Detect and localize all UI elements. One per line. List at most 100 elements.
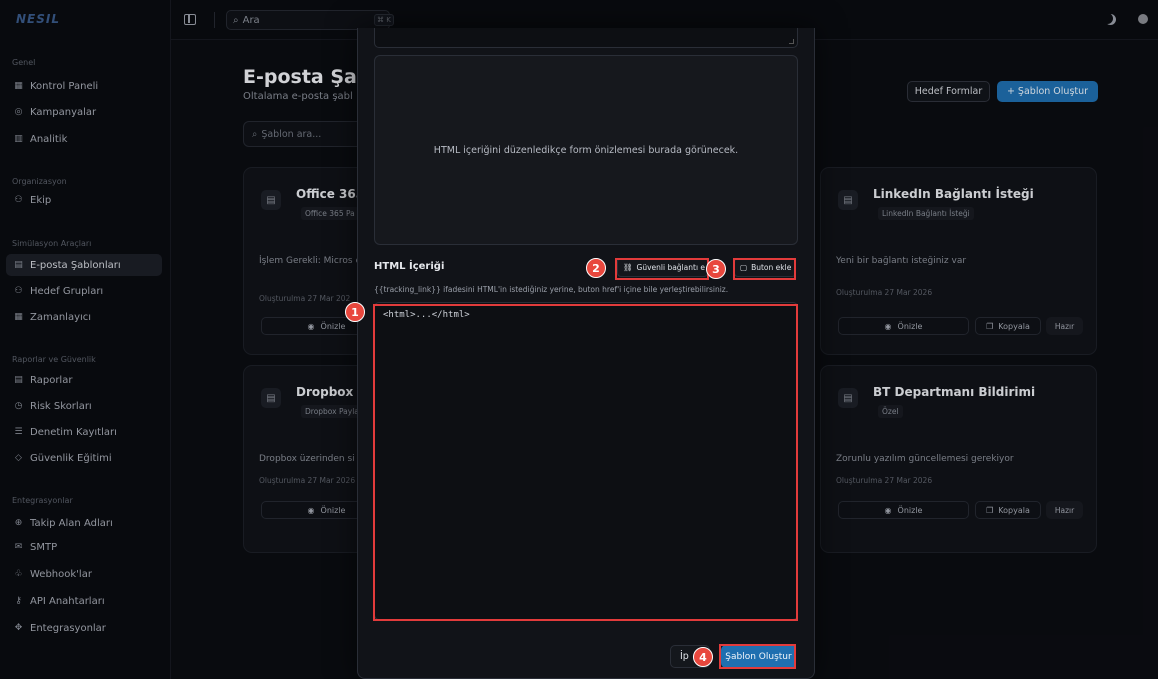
sidebar-item-scheduler[interactable]: ▦ Zamanlayıcı bbox=[6, 306, 162, 328]
card-date: Oluşturulma 27 Mar 202 bbox=[259, 294, 351, 303]
sidebar-item-label: Ekip bbox=[30, 194, 52, 206]
sidebar-item-label: Zamanlayıcı bbox=[30, 311, 92, 323]
eye-icon: ◉ bbox=[884, 505, 892, 515]
card-title: BT Departmanı Bildirimi bbox=[873, 385, 1036, 399]
puzzle-icon: ✥ bbox=[14, 623, 23, 633]
search-placeholder: Ara bbox=[242, 14, 260, 26]
annotation-marker-2: 2 bbox=[586, 258, 606, 278]
template-search-input[interactable]: ⌕ Şablon ara... bbox=[243, 121, 363, 147]
sidebar-item-audit-logs[interactable]: ☰ Denetim Kayıtları bbox=[6, 421, 162, 443]
global-search-input[interactable]: ⌕ Ara bbox=[226, 10, 390, 30]
card-date: Oluşturulma 27 Mar 2026 bbox=[836, 288, 933, 297]
target-icon: ◎ bbox=[14, 107, 23, 117]
create-template-button[interactable]: + Şablon Oluştur bbox=[997, 81, 1098, 102]
theme-toggle-icon[interactable] bbox=[1105, 14, 1116, 25]
document-icon: ▤ bbox=[261, 388, 281, 408]
sidebar-item-label: Entegrasyonlar bbox=[30, 622, 106, 634]
preview-button[interactable]: ◉ Önizle bbox=[838, 501, 969, 519]
status-badge: Hazır bbox=[1046, 317, 1083, 335]
annotation-marker-4: 4 bbox=[693, 647, 713, 667]
html-content-label: HTML İçeriği bbox=[374, 261, 445, 272]
insert-safe-link-button[interactable]: ⛓ Güvenli bağlantı e bbox=[617, 258, 708, 277]
safe-link-label: Güvenli bağlantı e bbox=[636, 263, 706, 272]
sidebar-item-reports[interactable]: ▤ Raporlar bbox=[6, 369, 162, 391]
copy-label: Kopyala bbox=[998, 321, 1030, 331]
sidebar-item-dashboard[interactable]: ▦ Kontrol Paneli bbox=[6, 75, 162, 97]
sidebar-item-label: Denetim Kayıtları bbox=[30, 426, 117, 438]
sidebar-toggle-icon[interactable] bbox=[184, 14, 196, 25]
shield-icon: ◷ bbox=[14, 401, 23, 411]
sidebar-item-api-keys[interactable]: ⚷ API Anahtarları bbox=[6, 590, 162, 612]
preview-placeholder-text: HTML içeriğini düzenledikçe form önizlem… bbox=[433, 144, 739, 156]
description-textarea[interactable] bbox=[374, 28, 798, 48]
sidebar-item-label: Hedef Grupları bbox=[30, 285, 104, 297]
card-title: LinkedIn Bağlantı İsteği bbox=[873, 187, 1034, 201]
sidebar-item-campaigns[interactable]: ◎ Kampanyalar bbox=[6, 101, 162, 123]
search-icon: ⌕ bbox=[252, 128, 258, 140]
form-preview-area: HTML içeriğini düzenledikçe form önizlem… bbox=[374, 55, 798, 245]
sidebar: NESIL Genel ▦ Kontrol Paneli ◎ Kampanyalar… bbox=[0, 0, 171, 679]
sidebar-item-label: Takip Alan Adları bbox=[30, 517, 113, 529]
sidebar-item-label: Webhook'lar bbox=[30, 568, 92, 580]
eye-icon: ◉ bbox=[307, 505, 315, 515]
card-date: Oluşturulma 27 Mar 2026 bbox=[259, 476, 356, 485]
submit-create-template-button[interactable]: Şablon Oluştur bbox=[721, 645, 796, 668]
sidebar-item-email-templates[interactable]: ▤ E-posta Şablonları bbox=[6, 254, 162, 276]
sidebar-item-analytics[interactable]: ▥ Analitik bbox=[6, 128, 162, 150]
sidebar-item-tracking-domains[interactable]: ⊕ Takip Alan Adları bbox=[6, 512, 162, 534]
sidebar-item-label: Güvenlik Eğitimi bbox=[30, 452, 112, 464]
sidebar-item-label: Raporlar bbox=[30, 374, 73, 386]
template-card-it-department[interactable]: ▤ BT Departmanı Bildirimi Özel Zorunlu y… bbox=[820, 365, 1097, 553]
copy-icon: ❐ bbox=[986, 321, 994, 331]
shortcut-hint: ⌘ K bbox=[374, 14, 394, 26]
report-icon: ▤ bbox=[14, 375, 23, 385]
search-placeholder: Şablon ara... bbox=[261, 128, 322, 140]
link-icon: ⛓ bbox=[623, 263, 633, 272]
log-icon: ☰ bbox=[14, 427, 23, 437]
webhook-icon: ♧ bbox=[14, 569, 23, 579]
card-subtitle: Dropbox Payla bbox=[301, 405, 363, 418]
preview-button[interactable]: ◉ Önizle bbox=[838, 317, 969, 335]
section-title-organization: Organizasyon bbox=[12, 177, 67, 186]
eye-icon: ◉ bbox=[307, 321, 315, 331]
brand-logo: NESIL bbox=[16, 12, 60, 26]
annotation-marker-1: 1 bbox=[345, 302, 365, 322]
sidebar-item-webhooks[interactable]: ♧ Webhook'lar bbox=[6, 563, 162, 585]
page-subtitle: Oltalama e-posta şabl bbox=[243, 91, 353, 102]
card-subtitle: LinkedIn Bağlantı İsteği bbox=[878, 207, 974, 220]
globe-icon: ⊕ bbox=[14, 518, 23, 528]
preview-label: Önizle bbox=[897, 321, 923, 331]
sidebar-item-team[interactable]: ⚇ Ekip bbox=[6, 189, 162, 211]
copy-button[interactable]: ❐ Kopyala bbox=[975, 317, 1041, 335]
user-group-icon: ⚇ bbox=[14, 286, 23, 296]
sidebar-item-security-training[interactable]: ◇ Güvenlik Eğitimi bbox=[6, 447, 162, 469]
card-subtitle: Özel bbox=[878, 405, 903, 418]
add-button-label: Buton ekle bbox=[751, 263, 792, 272]
calendar-icon: ▦ bbox=[14, 312, 23, 322]
document-icon: ▤ bbox=[838, 190, 858, 210]
avatar[interactable] bbox=[1138, 14, 1148, 24]
card-subtitle: Office 365 Pa bbox=[301, 207, 359, 220]
sidebar-item-target-groups[interactable]: ⚇ Hedef Grupları bbox=[6, 280, 162, 302]
copy-button[interactable]: ❐ Kopyala bbox=[975, 501, 1041, 519]
users-icon: ⚇ bbox=[14, 195, 23, 205]
sidebar-item-label: API Anahtarları bbox=[30, 595, 105, 607]
search-icon: ⌕ bbox=[233, 14, 239, 26]
square-icon: ▢ bbox=[740, 263, 748, 272]
sidebar-item-smtp[interactable]: ✉ SMTP bbox=[6, 536, 162, 558]
sidebar-item-risk-scores[interactable]: ◷ Risk Skorları bbox=[6, 395, 162, 417]
copy-label: Kopyala bbox=[998, 505, 1030, 515]
sidebar-item-integrations[interactable]: ✥ Entegrasyonlar bbox=[6, 617, 162, 639]
add-button-button[interactable]: ▢ Buton ekle bbox=[734, 258, 796, 277]
template-card-linkedin[interactable]: ▤ LinkedIn Bağlantı İsteği LinkedIn Bağl… bbox=[820, 167, 1097, 355]
annotation-marker-3: 3 bbox=[706, 259, 726, 279]
document-icon: ▤ bbox=[838, 388, 858, 408]
card-date: Oluşturulma 27 Mar 2026 bbox=[836, 476, 933, 485]
resize-handle-icon[interactable] bbox=[789, 39, 794, 44]
sidebar-item-label: SMTP bbox=[30, 541, 58, 553]
sidebar-item-label: Kampanyalar bbox=[30, 106, 97, 118]
target-forms-button[interactable]: Hedef Formlar bbox=[907, 81, 990, 102]
document-icon: ▤ bbox=[261, 190, 281, 210]
tracking-link-hint: {{tracking_link}} ifadesini HTML'in iste… bbox=[374, 285, 729, 294]
html-content-editor[interactable]: <html>...</html> bbox=[374, 302, 798, 620]
